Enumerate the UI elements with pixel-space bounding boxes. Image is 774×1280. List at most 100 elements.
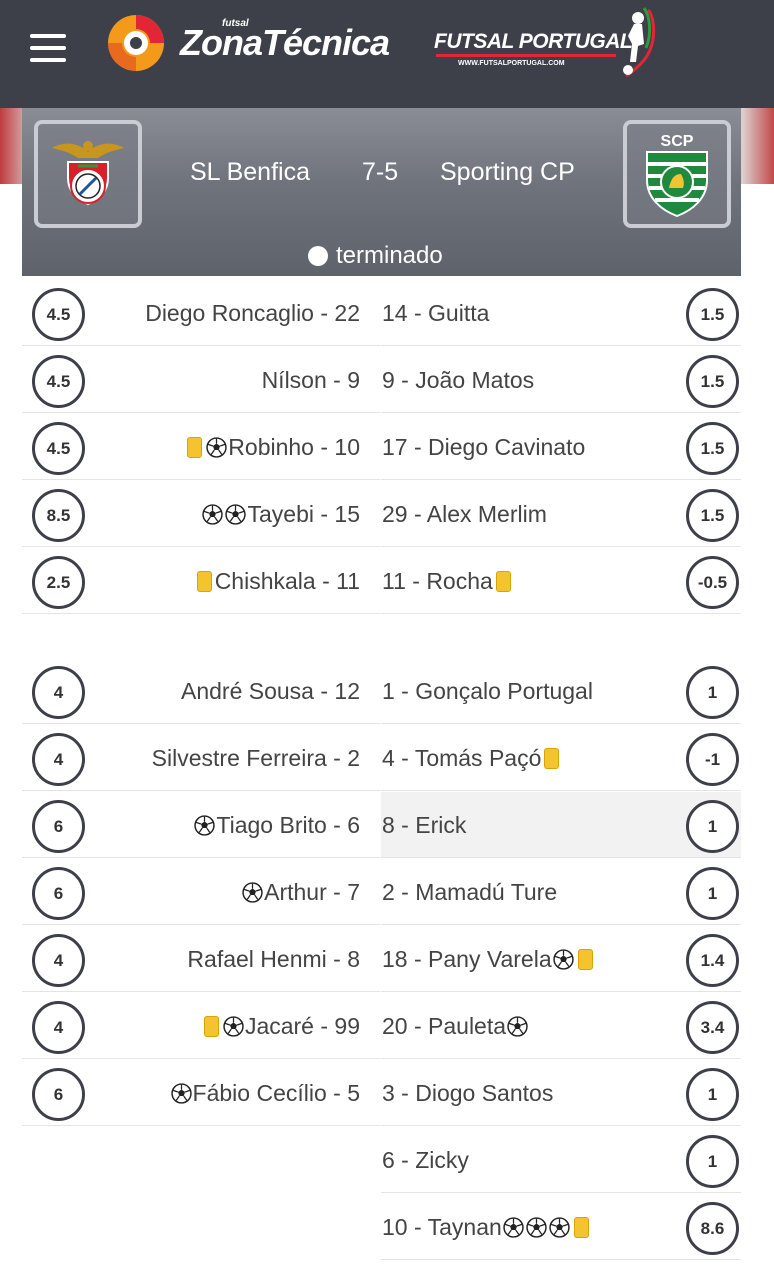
away-player-name: 1 - Gonçalo Portugal xyxy=(382,677,593,704)
away-player-name: 6 - Zicky xyxy=(382,1146,469,1173)
lineup-row: 6 Fábio Cecílio - 5 3 - Diogo Santos 1 xyxy=(22,1060,741,1126)
goal-ball-icon xyxy=(549,1216,570,1238)
away-player[interactable]: 3 - Diogo Santos xyxy=(382,1060,553,1126)
away-player-rating: 1 xyxy=(686,800,739,853)
away-player-name: 11 - Rocha xyxy=(382,567,493,594)
away-player-name: 3 - Diogo Santos xyxy=(382,1079,554,1106)
away-player-rating: 1 xyxy=(686,666,739,719)
away-player-rating: 8.6 xyxy=(686,1202,739,1255)
away-player-name: 17 - Diego Cavinato xyxy=(382,433,586,460)
away-player[interactable]: 29 - Alex Merlim xyxy=(382,481,547,547)
zonatecnica-logo-text[interactable]: ZonaTécnica xyxy=(180,22,390,64)
away-player-name: 14 - Guitta xyxy=(382,299,490,326)
away-player[interactable]: 1 - Gonçalo Portugal xyxy=(382,658,593,724)
lineup-row: 4 André Sousa - 12 1 - Gonçalo Portugal 1 xyxy=(22,658,741,724)
away-player[interactable]: 9 - João Matos xyxy=(382,347,534,413)
goal-ball-icon xyxy=(503,1216,524,1238)
away-player[interactable]: 14 - Guitta xyxy=(382,280,489,346)
home-player[interactable]: Fábio Cecílio - 5 xyxy=(170,1060,360,1126)
away-player[interactable]: 18 - Pany Varela xyxy=(382,926,596,992)
home-player-name: Fábio Cecílio - 5 xyxy=(192,1079,360,1106)
match-status: terminado xyxy=(308,242,443,270)
home-player-name: Tayebi - 15 xyxy=(247,500,360,527)
away-team-name[interactable]: Sporting CP xyxy=(440,158,575,187)
home-player[interactable]: Arthur - 7 xyxy=(241,859,360,925)
yellow-card-icon xyxy=(577,948,593,970)
svg-text:SCP: SCP xyxy=(661,133,694,150)
away-player-rating: 1 xyxy=(686,1068,739,1121)
away-player-rating: -0.5 xyxy=(686,556,739,609)
away-player[interactable]: 2 - Mamadú Ture xyxy=(382,859,557,925)
home-player[interactable]: Silvestre Ferreira - 2 xyxy=(152,725,360,791)
yellow-card-icon xyxy=(573,1216,589,1238)
benfica-crest-icon xyxy=(52,141,124,206)
menu-icon[interactable] xyxy=(30,34,66,62)
home-player[interactable]: André Sousa - 12 xyxy=(181,658,360,724)
home-player-rating: 4.5 xyxy=(32,288,85,341)
home-player-name: Nílson - 9 xyxy=(261,366,360,393)
yellow-card-icon xyxy=(187,436,203,458)
futsal-portugal-url: WWW.FUTSALPORTUGAL.COM xyxy=(458,60,565,67)
away-player[interactable]: 10 - Taynan xyxy=(382,1194,592,1260)
yellow-card-icon xyxy=(495,570,511,592)
goal-ball-icon xyxy=(526,1216,547,1238)
goal-ball-icon xyxy=(194,814,216,836)
home-player-rating: 4 xyxy=(32,934,85,987)
away-player[interactable]: 17 - Diego Cavinato xyxy=(382,414,585,480)
yellow-card-icon xyxy=(544,747,560,769)
home-player-name: Tiago Brito - 6 xyxy=(216,811,360,838)
away-player-name: 10 - Taynan xyxy=(382,1213,502,1240)
home-player-name: Arthur - 7 xyxy=(264,878,360,905)
home-player[interactable]: Tayebi - 15 xyxy=(201,481,360,547)
home-player-rating: 6 xyxy=(32,867,85,920)
lineup-row: 8.5 Tayebi - 15 29 - Alex Merlim 1.5 xyxy=(22,481,741,547)
away-player-rating: 1.5 xyxy=(686,355,739,408)
home-player-rating: 8.5 xyxy=(32,489,85,542)
lineup-row: 4 Jacaré - 99 20 - Pauleta 3.4 xyxy=(22,993,741,1059)
home-player[interactable]: Jacaré - 99 xyxy=(201,993,360,1059)
home-player-name: André Sousa - 12 xyxy=(180,677,360,704)
away-player[interactable]: 8 - Erick xyxy=(382,792,466,858)
lineup-row: 4 Silvestre Ferreira - 2 4 - Tomás Paçó -1 xyxy=(22,725,741,791)
home-team-name[interactable]: SL Benfica xyxy=(190,158,310,187)
home-player[interactable]: Chishkala - 11 xyxy=(194,548,360,614)
app-header: futsal ZonaTécnica FUTSAL PORTUGAL WWW.F… xyxy=(0,0,774,108)
home-player[interactable]: Diego Roncaglio - 22 xyxy=(145,280,360,346)
goal-ball-icon xyxy=(170,1082,192,1104)
sporting-crest-icon: SCP xyxy=(646,133,708,218)
goal-ball-icon xyxy=(202,503,224,525)
away-team-crest[interactable]: SCP xyxy=(623,120,731,228)
scoreboard: SL Benfica 7-5 Sporting CP SCP terminado xyxy=(22,108,741,276)
home-player[interactable]: Nílson - 9 xyxy=(262,347,360,413)
away-player[interactable]: 6 - Zicky xyxy=(382,1127,469,1193)
home-player[interactable]: Robinho - 10 xyxy=(184,414,360,480)
away-player-name: 20 - Pauleta xyxy=(382,1012,507,1039)
away-player-rating: 1 xyxy=(686,867,739,920)
yellow-card-icon xyxy=(203,1015,219,1037)
goal-ball-icon xyxy=(223,1015,244,1037)
home-player[interactable]: Rafael Henmi - 8 xyxy=(187,926,360,992)
away-player[interactable]: 11 - Rocha xyxy=(382,548,514,614)
home-player-rating: 4 xyxy=(32,1001,85,1054)
away-player[interactable]: 20 - Pauleta xyxy=(382,993,529,1059)
away-player-rating: -1 xyxy=(686,733,739,786)
lineup-row: 4 Rafael Henmi - 8 18 - Pany Varela 1.4 xyxy=(22,926,741,992)
home-player-name: Diego Roncaglio - 22 xyxy=(145,299,360,326)
home-player[interactable]: Tiago Brito - 6 xyxy=(193,792,360,858)
lineup-row: 6 Arthur - 7 2 - Mamadú Ture 1 xyxy=(22,859,741,925)
yellow-card-icon xyxy=(196,570,212,592)
goal-ball-icon xyxy=(206,436,227,458)
away-player-rating: 1 xyxy=(686,1135,739,1188)
goal-ball-icon xyxy=(225,503,247,525)
lineup-row: 6 Tiago Brito - 6 8 - Erick 1 xyxy=(22,792,741,858)
home-team-crest[interactable] xyxy=(34,120,142,228)
home-player-rating: 4.5 xyxy=(32,422,85,475)
home-player-rating: 4.5 xyxy=(32,355,85,408)
home-player-rating: 4 xyxy=(32,733,85,786)
home-player-rating: 2.5 xyxy=(32,556,85,609)
home-player-rating: 6 xyxy=(32,800,85,853)
goal-ball-icon xyxy=(552,948,574,970)
futsal-portugal-underline xyxy=(436,54,616,57)
away-player[interactable]: 4 - Tomás Paçó xyxy=(382,725,562,791)
away-player-rating: 1.5 xyxy=(686,422,739,475)
